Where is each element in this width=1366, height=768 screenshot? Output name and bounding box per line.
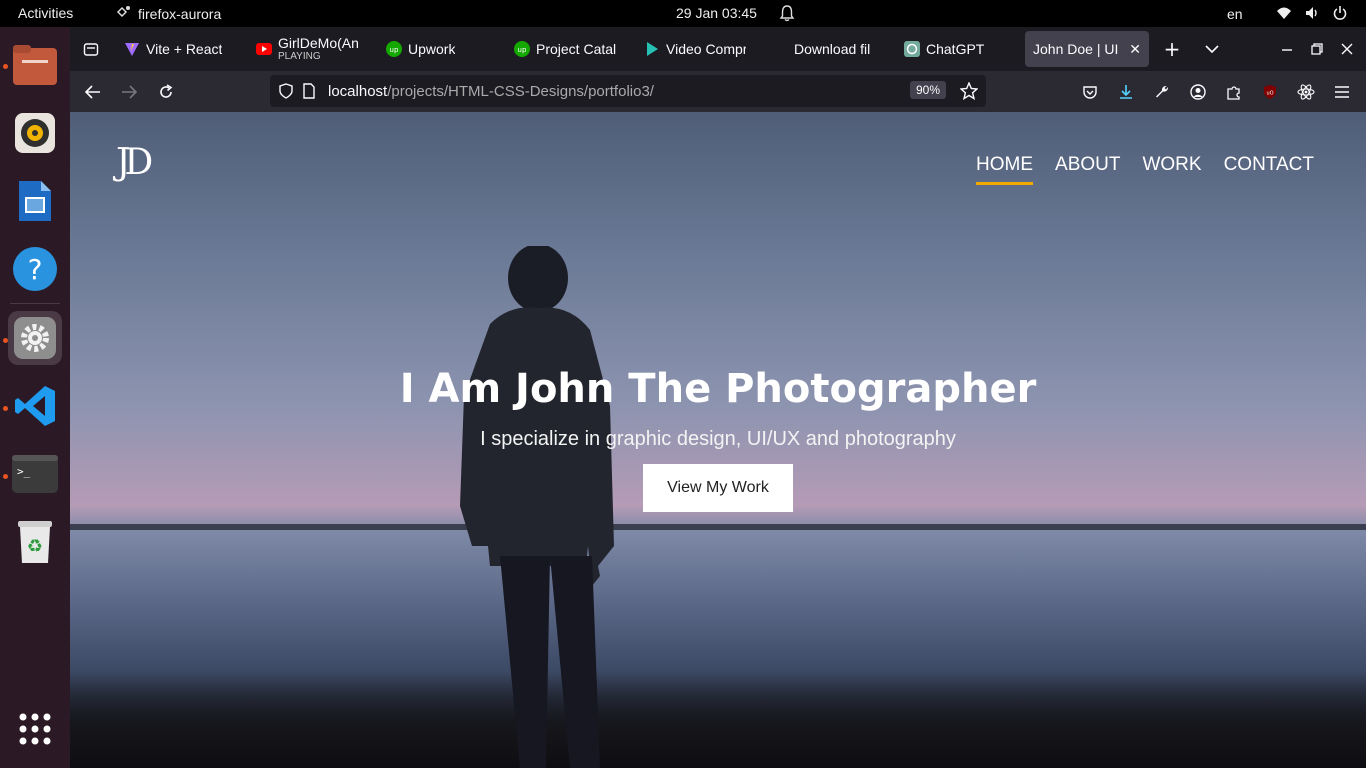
nav-home[interactable]: HOME <box>976 154 1034 185</box>
zoom-indicator[interactable]: 90% <box>910 81 947 99</box>
svg-text:?: ? <box>28 253 43 286</box>
close-window-icon[interactable] <box>1334 36 1360 62</box>
close-tab-icon[interactable]: ✕ <box>1129 41 1141 58</box>
tab-label: GirlDeMo(An <box>278 36 358 51</box>
site-nav: HOME ABOUT WORK CONTACT <box>976 154 1314 185</box>
navigation-toolbar: localhost/projects/HTML-CSS-Designs/port… <box>70 71 1366 112</box>
tab-label: ChatGPT <box>926 41 985 57</box>
tab-label: Project Catal <box>536 41 616 57</box>
minimize-icon[interactable] <box>1274 36 1300 62</box>
tab-vite-react[interactable]: Vite + React <box>116 31 236 67</box>
app-grid-icon[interactable] <box>8 702 62 756</box>
tab-label: Upwork <box>408 41 456 57</box>
files-icon[interactable] <box>8 38 62 92</box>
language-indicator[interactable]: en <box>1227 6 1243 22</box>
vscode-icon[interactable] <box>8 379 62 433</box>
tab-download-file[interactable]: Download fil <box>786 31 884 67</box>
shield-icon[interactable] <box>278 83 294 99</box>
upwork-icon: up <box>514 41 530 57</box>
volume-icon <box>1304 5 1320 25</box>
tab-youtube-playing[interactable]: GirlDeMo(An PLAYING <box>248 31 366 67</box>
activities-button[interactable]: Activities <box>18 5 73 21</box>
site-logo[interactable]: JD <box>116 142 153 183</box>
bookmark-star-icon[interactable] <box>959 81 979 104</box>
trash-icon[interactable]: ♻ <box>8 515 62 569</box>
hamburger-menu-icon[interactable] <box>1329 79 1355 105</box>
power-icon <box>1332 5 1348 25</box>
chatgpt-icon <box>904 41 920 57</box>
svg-text:up: up <box>390 46 399 54</box>
page-info-icon[interactable] <box>302 83 316 99</box>
portfolio-hero: JD HOME ABOUT WORK CONTACT I Am John The… <box>70 112 1366 768</box>
pocket-icon[interactable] <box>1077 79 1103 105</box>
wrench-icon[interactable] <box>1149 79 1175 105</box>
react-devtools-icon[interactable] <box>1293 79 1319 105</box>
settings-icon[interactable] <box>8 311 62 365</box>
nav-contact[interactable]: CONTACT <box>1224 154 1314 185</box>
horizon-treeline <box>70 524 1366 530</box>
svg-text:uO: uO <box>1266 91 1273 97</box>
downloads-icon[interactable] <box>1113 79 1139 105</box>
shoreline <box>70 672 1366 768</box>
dock: ? >_ ♻ <box>0 27 70 768</box>
hero-title: I Am John The Photographer <box>399 366 1037 412</box>
photographer-silhouette <box>460 246 614 768</box>
firefox-view-icon[interactable] <box>78 36 104 62</box>
rhythmbox-icon[interactable] <box>8 106 62 160</box>
nav-about[interactable]: ABOUT <box>1055 154 1120 185</box>
youtube-icon <box>256 41 272 57</box>
writer-icon[interactable] <box>8 174 62 228</box>
new-tab-icon[interactable]: + <box>1159 36 1185 62</box>
back-arrow-icon[interactable] <box>80 79 106 105</box>
url-host: localhost <box>328 82 388 100</box>
tab-label: Download fil <box>794 41 871 57</box>
reload-icon[interactable] <box>153 79 179 105</box>
system-status-menu[interactable] <box>1276 5 1348 25</box>
tab-john-doe-active[interactable]: John Doe | UI ✕ <box>1025 31 1149 67</box>
upwork-icon: up <box>386 41 402 57</box>
clock[interactable]: 29 Jan 03:45 <box>676 5 757 21</box>
url-bar[interactable]: localhost/projects/HTML-CSS-Designs/port… <box>270 75 986 107</box>
wifi-icon <box>1276 5 1292 25</box>
account-icon[interactable] <box>1185 79 1211 105</box>
tab-label-group: GirlDeMo(An PLAYING <box>278 36 358 62</box>
list-tabs-icon[interactable] <box>1199 36 1225 62</box>
extensions-icon[interactable] <box>1221 79 1247 105</box>
help-icon[interactable]: ? <box>8 242 62 296</box>
svg-text:>_: >_ <box>17 465 31 478</box>
hero-subtitle: I specialize in graphic design, UI/UX an… <box>480 428 956 450</box>
browser-window: Vite + React GirlDeMo(An PLAYING up Upwo… <box>70 27 1366 768</box>
forward-arrow-icon[interactable] <box>116 79 142 105</box>
app-menu[interactable]: firefox-aurora <box>116 4 221 23</box>
ublock-origin-icon[interactable]: uO <box>1257 79 1283 105</box>
vite-icon <box>124 41 140 57</box>
url-path: /projects/HTML-CSS-Designs/portfolio3/ <box>387 82 654 100</box>
bell-icon[interactable] <box>779 4 795 26</box>
system-top-bar: Activities firefox-aurora 29 Jan 03:45 e… <box>0 0 1366 27</box>
svg-text:♻: ♻ <box>27 536 43 557</box>
nav-work[interactable]: WORK <box>1142 154 1201 185</box>
app-menu-label: firefox-aurora <box>138 5 222 22</box>
maximize-icon[interactable] <box>1304 36 1330 62</box>
tab-playing-label: PLAYING <box>278 51 321 62</box>
svg-text:up: up <box>518 46 527 54</box>
tab-project-catalog[interactable]: up Project Catal <box>506 31 624 67</box>
url-text: localhost/projects/HTML-CSS-Designs/port… <box>328 83 654 100</box>
tab-label: Vite + React <box>146 41 223 57</box>
tab-bar: Vite + React GirlDeMo(An PLAYING up Upwo… <box>70 27 1366 71</box>
terminal-icon[interactable]: >_ <box>8 447 62 501</box>
view-my-work-button[interactable]: View My Work <box>643 464 793 512</box>
play-icon <box>644 41 660 57</box>
firefox-app-icon <box>116 4 132 23</box>
tab-video-compressor[interactable]: Video Compr <box>636 31 754 67</box>
tab-upwork[interactable]: up Upwork <box>378 31 496 67</box>
tab-chatgpt[interactable]: ChatGPT <box>896 31 1014 67</box>
tab-label: John Doe | UI <box>1033 41 1119 57</box>
tab-label: Video Compr <box>666 41 746 57</box>
dock-separator <box>10 303 60 304</box>
